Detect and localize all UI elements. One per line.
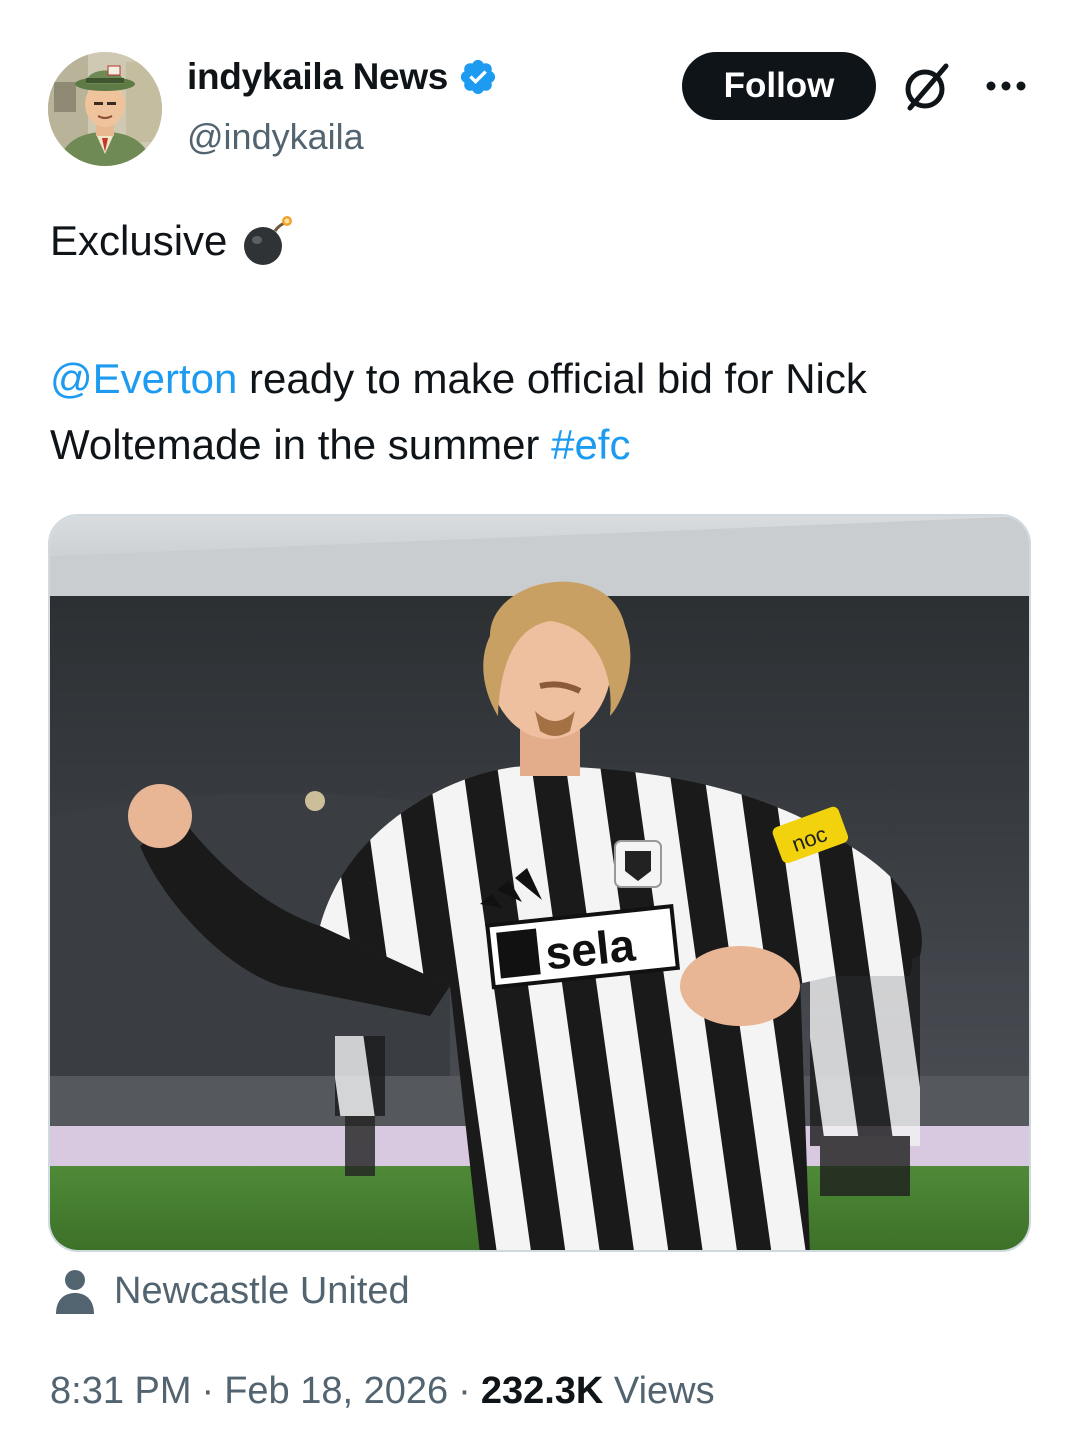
tweet-time[interactable]: 8:31 PM — [50, 1370, 192, 1413]
bomb-icon — [244, 216, 293, 265]
meta-separator: · — [458, 1370, 471, 1412]
verified-badge-icon — [461, 59, 496, 95]
tweet-meta: 8:31 PM · Feb 18, 2026 · 232.3K Views — [50, 1370, 715, 1413]
mention-everton-link[interactable]: @Everton — [50, 355, 237, 402]
meta-separator: · — [201, 1370, 215, 1412]
football-player-photo: noc sela — [50, 516, 1029, 1250]
grok-icon[interactable] — [898, 58, 956, 116]
tweet-text-line1: Exclusive — [50, 213, 295, 269]
tweet-detail: indykaila News @indykaila Follow Exclusi… — [0, 0, 1080, 1453]
tagged-account-label[interactable]: Newcastle United — [114, 1270, 410, 1313]
author-name-row[interactable]: indykaila News — [187, 56, 498, 98]
tweet-body: @Everton ready to make official bid for … — [50, 346, 1040, 478]
exclusive-text: Exclusive — [50, 217, 228, 264]
tweet-date[interactable]: Feb 18, 2026 — [224, 1370, 448, 1413]
cartoon-man-avatar-icon — [48, 52, 162, 166]
author-handle[interactable]: @indykaila — [187, 116, 364, 158]
views-label: Views — [613, 1370, 715, 1412]
sponsor-text: sela — [543, 918, 638, 979]
tagged-account[interactable]: Newcastle United — [54, 1268, 410, 1314]
author-avatar[interactable] — [48, 52, 162, 166]
tweet-media-image[interactable]: noc sela — [48, 514, 1031, 1252]
hashtag-efc-link[interactable]: #efc — [551, 421, 630, 468]
views-group[interactable]: 232.3K Views — [481, 1370, 715, 1413]
views-count: 232.3K — [480, 1370, 604, 1412]
person-icon — [56, 1270, 94, 1314]
follow-button[interactable]: Follow — [682, 52, 876, 120]
more-options-icon[interactable] — [985, 78, 1027, 94]
author-display-name[interactable]: indykaila News — [187, 56, 448, 98]
